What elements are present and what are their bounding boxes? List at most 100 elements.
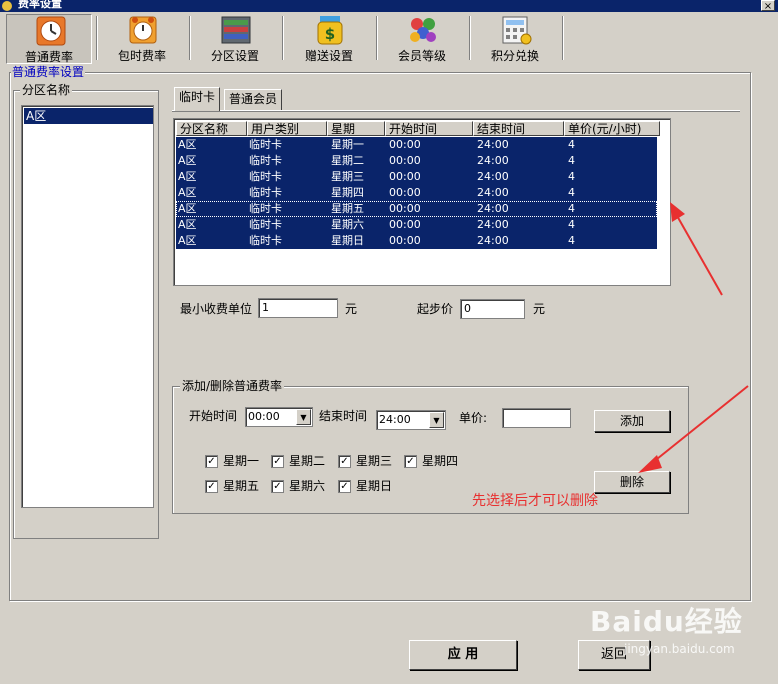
- checkmark-icon[interactable]: ✓: [338, 455, 351, 468]
- day-checkbox[interactable]: ✓ 星期四: [404, 455, 468, 469]
- tab-regular-member[interactable]: 普通会员: [224, 89, 283, 110]
- delete-hint-note: 先选择后才可以删除: [472, 493, 598, 509]
- app-icon: [2, 1, 12, 11]
- checkmark-icon[interactable]: ✓: [205, 480, 218, 493]
- table-cell: 24:00: [477, 154, 509, 167]
- checkmark-icon[interactable]: ✓: [271, 480, 284, 493]
- normal-rate-legend: 普通费率设置: [11, 65, 86, 79]
- day-label: 星期一: [223, 454, 260, 468]
- zone-item[interactable]: A区: [24, 108, 153, 124]
- start-price-suffix: 元: [533, 302, 546, 316]
- table-cell: 00:00: [389, 234, 421, 247]
- end-time-select[interactable]: 24:00 ▼: [376, 410, 446, 430]
- table-cell: 4: [568, 218, 575, 231]
- end-time-label: 结束时间: [319, 409, 368, 423]
- table-row[interactable]: A区 临时卡 星期六 00:00 24:00 4: [176, 217, 657, 233]
- min-unit-label: 最小收费单位: [180, 302, 253, 316]
- column-header[interactable]: 结束时间: [473, 121, 564, 136]
- money-bag-icon: $: [317, 16, 343, 45]
- start-time-label: 开始时间: [189, 409, 238, 423]
- zone-list[interactable]: A区: [21, 105, 154, 508]
- table-cell: A区: [178, 154, 197, 167]
- toolbar-label: 会员等级: [397, 49, 446, 63]
- end-time-value: 24:00: [379, 413, 411, 426]
- day-checkbox[interactable]: ✓ 星期二: [271, 455, 335, 469]
- table-cell: 24:00: [477, 186, 509, 199]
- min-unit-suffix: 元: [345, 302, 358, 316]
- day-label: 星期五: [223, 479, 260, 493]
- checkmark-icon[interactable]: ✓: [205, 455, 218, 468]
- table-cell: 00:00: [389, 186, 421, 199]
- rate-table[interactable]: 分区名称 用户类别 星期 开始时间 结束时间 单价(元/小时) A区 临时卡 星期一…: [173, 118, 671, 286]
- start-price-input[interactable]: 0: [460, 299, 525, 319]
- table-row[interactable]: A区 临时卡 星期一 00:00 24:00 4: [176, 137, 657, 153]
- toolbar-separator: [189, 16, 191, 60]
- add-delete-group: [172, 386, 689, 514]
- checkmark-icon[interactable]: ✓: [271, 455, 284, 468]
- table-cell: 星期五: [331, 202, 364, 215]
- day-checkbox[interactable]: ✓ 星期五: [205, 480, 269, 494]
- table-cell: A区: [178, 202, 197, 215]
- tab-normal-rate[interactable]: 普通费率: [6, 14, 92, 64]
- tab-package-rate[interactable]: 包时费率: [99, 14, 185, 64]
- table-cell: 星期六: [331, 218, 364, 231]
- table-cell: 00:00: [389, 218, 421, 231]
- close-button[interactable]: ×: [761, 0, 775, 12]
- tab-points-exchange[interactable]: 积分兑换: [472, 14, 558, 64]
- table-cell: 4: [568, 202, 575, 215]
- toolbar-label: 包时费率: [117, 49, 166, 63]
- table-cell: 00:00: [389, 170, 421, 183]
- column-header[interactable]: 开始时间: [385, 121, 473, 136]
- add-delete-legend: 添加/删除普通费率: [180, 379, 285, 393]
- table-cell: 临时卡: [249, 234, 282, 247]
- start-price-label: 起步价: [417, 302, 454, 316]
- day-label: 星期三: [356, 454, 393, 468]
- dropdown-arrow-icon[interactable]: ▼: [429, 412, 444, 428]
- zones-icon: [221, 16, 251, 44]
- table-row[interactable]: A区 临时卡 星期五 00:00 24:00 4: [176, 201, 657, 217]
- alarm-clock-icon: [129, 16, 157, 44]
- tab-zone-settings[interactable]: 分区设置: [192, 14, 278, 64]
- add-button[interactable]: 添加: [594, 410, 670, 432]
- day-checkbox[interactable]: ✓ 星期六: [271, 480, 335, 494]
- zone-legend: 分区名称: [20, 83, 73, 97]
- tab-member-level[interactable]: 会员等级: [379, 14, 465, 64]
- tab-temp-card[interactable]: 临时卡: [174, 87, 221, 111]
- min-unit-input[interactable]: 1: [258, 298, 338, 318]
- day-checkbox[interactable]: ✓ 星期一: [205, 455, 269, 469]
- table-cell: 00:00: [389, 138, 421, 151]
- table-row[interactable]: A区 临时卡 星期四 00:00 24:00 4: [176, 185, 657, 201]
- column-header[interactable]: 单价(元/小时): [564, 121, 660, 136]
- table-cell: 星期二: [331, 154, 364, 167]
- day-checkbox[interactable]: ✓ 星期日: [338, 480, 402, 494]
- table-cell: 4: [568, 170, 575, 183]
- baidu-watermark: Baidu经验 jingyan.baidu.com: [590, 600, 770, 670]
- column-header[interactable]: 分区名称: [176, 121, 247, 136]
- apply-button[interactable]: 应 用: [409, 640, 517, 670]
- table-row[interactable]: A区 临时卡 星期日 00:00 24:00 4: [176, 233, 657, 249]
- tab-gift-settings[interactable]: $ 赠送设置: [286, 14, 372, 64]
- day-label: 星期四: [422, 454, 459, 468]
- price-input[interactable]: [502, 408, 571, 428]
- title-bar: 费率设置 ×: [0, 0, 778, 12]
- table-row[interactable]: A区 临时卡 星期二 00:00 24:00 4: [176, 153, 657, 169]
- checkmark-icon[interactable]: ✓: [338, 480, 351, 493]
- table-row[interactable]: A区 临时卡 星期三 00:00 24:00 4: [176, 169, 657, 185]
- day-checkbox[interactable]: ✓ 星期三: [338, 455, 402, 469]
- toolbar-separator: [562, 16, 564, 60]
- toolbar-separator: [96, 16, 98, 60]
- watermark-url: jingyan.baidu.com: [624, 642, 735, 656]
- checkmark-icon[interactable]: ✓: [404, 455, 417, 468]
- column-header[interactable]: 用户类别: [247, 121, 327, 136]
- price-label: 单价:: [459, 411, 488, 425]
- column-header[interactable]: 星期: [327, 121, 385, 136]
- table-cell: 星期四: [331, 186, 364, 199]
- delete-button[interactable]: 删除: [594, 471, 670, 493]
- dropdown-arrow-icon[interactable]: ▼: [296, 409, 311, 425]
- table-cell: 00:00: [389, 154, 421, 167]
- table-cell: 临时卡: [249, 170, 282, 183]
- table-cell: A区: [178, 170, 197, 183]
- table-header: 分区名称 用户类别 星期 开始时间 结束时间 单价(元/小时): [176, 121, 670, 136]
- window-title: 费率设置: [18, 0, 62, 10]
- start-time-select[interactable]: 00:00 ▼: [245, 407, 313, 427]
